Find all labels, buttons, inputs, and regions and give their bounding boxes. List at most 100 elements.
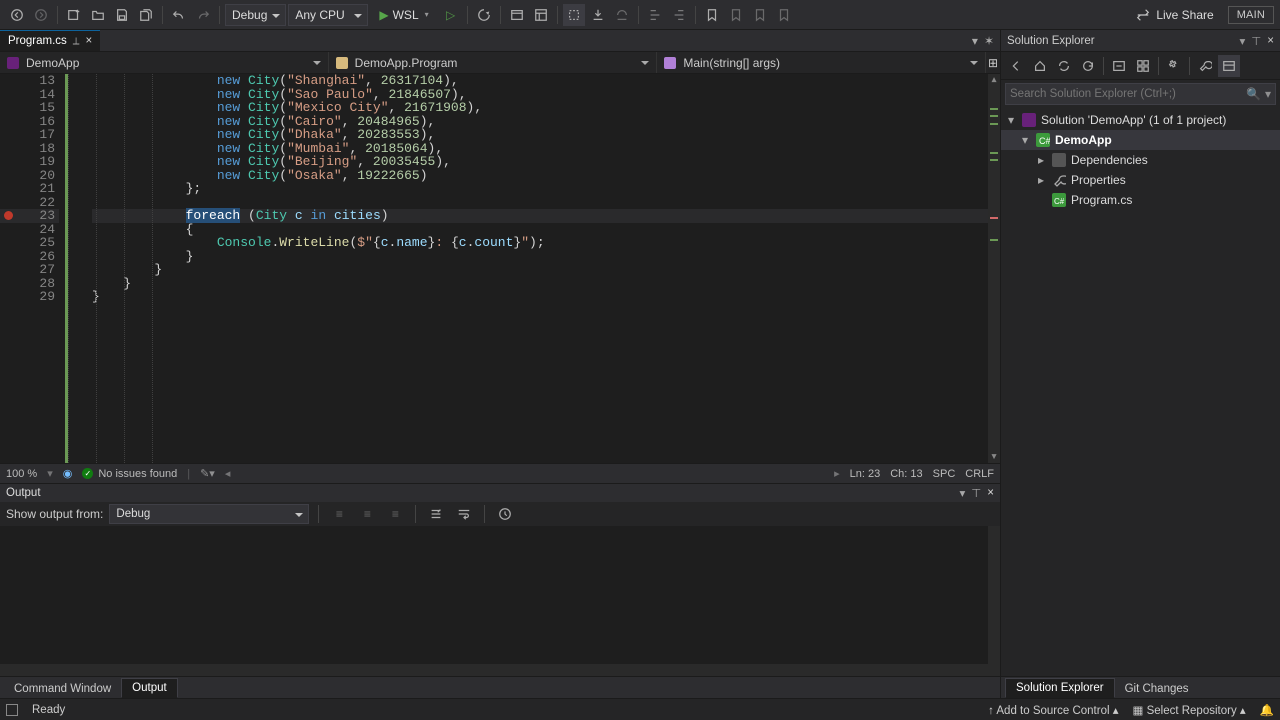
nav-forward-icon[interactable] (30, 4, 52, 26)
sol-refresh-icon[interactable] (1077, 55, 1099, 77)
method-icon (663, 56, 677, 70)
tool-tab[interactable]: Command Window (4, 680, 121, 698)
sol-collapse-icon[interactable] (1108, 55, 1130, 77)
csproj-icon: C# (1035, 132, 1051, 148)
svg-text:C#: C# (1054, 197, 1065, 206)
sol-showall-icon[interactable] (1132, 55, 1154, 77)
tree-node[interactable]: ▸Dependencies (1001, 150, 1280, 170)
output-vscrollbar[interactable] (988, 526, 1000, 664)
output-clear-icon[interactable] (425, 503, 447, 525)
output-pin-icon[interactable]: ⊤ (971, 486, 981, 500)
tab-settings-icon[interactable]: ✶ (984, 34, 994, 48)
nav-back-icon[interactable] (6, 4, 28, 26)
editor-scrollbar[interactable]: ▴ ▾ (988, 74, 1000, 463)
output-hscrollbar[interactable] (0, 664, 1000, 676)
hot-reload-icon[interactable] (473, 4, 495, 26)
nav-member-dropdown[interactable]: Main(string[] args) (657, 52, 986, 73)
split-editor-icon[interactable]: ⊞ (986, 56, 1000, 70)
output-prev-icon[interactable]: ≡ (356, 503, 378, 525)
redo-icon[interactable] (192, 4, 214, 26)
output-wrap-icon[interactable] (453, 503, 475, 525)
save-all-icon[interactable] (135, 4, 157, 26)
class-icon (335, 56, 349, 70)
solution-tree[interactable]: ▾ Solution 'DemoApp' (1 of 1 project) ▾ … (1001, 108, 1280, 212)
bookmark-clear-icon[interactable] (773, 4, 795, 26)
error-lens-icon[interactable]: ◉ (63, 467, 73, 480)
tab-pin-icon[interactable]: ⟂ (73, 36, 80, 47)
tree-node[interactable]: ▸Properties (1001, 170, 1280, 190)
platform-dropdown[interactable]: Any CPU (288, 4, 368, 26)
nav-project-dropdown[interactable]: DemoApp (0, 52, 329, 73)
whitespace-mode[interactable]: SPC (933, 468, 956, 480)
code-editor[interactable]: 1314151617181920212223242526272829 new C… (0, 74, 1000, 463)
selection-box-icon[interactable] (563, 4, 585, 26)
sol-properties-icon[interactable] (1163, 55, 1185, 77)
output-dropdown-icon[interactable]: ▾ (959, 486, 965, 500)
branch-indicator[interactable]: MAIN (1228, 6, 1274, 24)
line-ending[interactable]: CRLF (965, 468, 994, 480)
undo-icon[interactable] (168, 4, 190, 26)
configuration-dropdown[interactable]: Debug (225, 4, 286, 26)
tab-dropdown-icon[interactable]: ▾ (972, 34, 978, 48)
brush-icon[interactable]: ✎▾ (200, 467, 215, 480)
browse-icon[interactable] (506, 4, 528, 26)
caret-char: Ch: 13 (890, 468, 922, 480)
sol-dropdown-icon[interactable]: ▾ (1239, 34, 1245, 48)
bookmark-prev-icon[interactable] (725, 4, 747, 26)
solution-explorer-title: Solution Explorer (1007, 35, 1095, 47)
zoom-level[interactable]: 100 % (6, 468, 37, 480)
start-debug-button[interactable]: ▶ WSL ▾ (370, 4, 437, 26)
indent-less-icon[interactable] (644, 4, 666, 26)
tool-tab[interactable]: Git Changes (1115, 680, 1199, 698)
output-source-dropdown[interactable]: Debug (109, 504, 309, 524)
sol-back-icon[interactable] (1005, 55, 1027, 77)
new-project-icon[interactable] (63, 4, 85, 26)
svg-text:C#: C# (1039, 136, 1050, 146)
step-into-icon[interactable] (587, 4, 609, 26)
step-over-icon[interactable] (611, 4, 633, 26)
sol-pin-icon[interactable]: ⊤ (1251, 34, 1261, 48)
tree-solution-root[interactable]: ▾ Solution 'DemoApp' (1 of 1 project) (1001, 110, 1280, 130)
output-text-area[interactable] (0, 526, 1000, 676)
tab-program-cs[interactable]: Program.cs ⟂ × (0, 30, 100, 51)
status-activity-icon (6, 704, 18, 716)
sol-sync-icon[interactable] (1053, 55, 1075, 77)
output-next-icon[interactable]: ≡ (384, 503, 406, 525)
open-file-icon[interactable] (87, 4, 109, 26)
sol-home-icon[interactable] (1029, 55, 1051, 77)
editor-tab-bar: Program.cs ⟂ × ▾ ✶ (0, 30, 1000, 52)
start-nodebug-icon[interactable]: ▷ (440, 4, 462, 26)
bookmark-icon[interactable] (701, 4, 723, 26)
output-close-icon[interactable]: × (987, 487, 994, 499)
tool-window-tabs-left: Command WindowOutput (0, 676, 1000, 698)
caret-line: Ln: 23 (850, 468, 881, 480)
output-panel: Output ▾ ⊤ × Show output from: Debug ≡ ≡… (0, 483, 1000, 676)
live-share-button[interactable]: Live Share (1130, 4, 1219, 26)
tree-project[interactable]: ▾ C# DemoApp (1001, 130, 1280, 150)
select-repository-button[interactable]: ▦ Select Repository ▴ (1133, 703, 1246, 717)
output-title: Output (6, 487, 41, 499)
notifications-icon[interactable]: 🔔 (1260, 703, 1274, 717)
output-timestamps-icon[interactable] (494, 503, 516, 525)
output-find-icon[interactable]: ≡ (328, 503, 350, 525)
tool-window-tabs-right: Solution ExplorerGit Changes (1001, 676, 1280, 698)
tool-tab[interactable]: Solution Explorer (1005, 678, 1115, 698)
issues-status[interactable]: ✓ No issues found (82, 468, 177, 480)
sol-preview-icon[interactable] (1194, 55, 1216, 77)
sol-close-icon[interactable]: × (1267, 35, 1274, 47)
nav-type-dropdown[interactable]: DemoApp.Program (329, 52, 658, 73)
tool-tab[interactable]: Output (121, 678, 178, 698)
csharp-project-icon (6, 56, 20, 70)
file-explorer-icon[interactable] (530, 4, 552, 26)
bookmark-next-icon[interactable] (749, 4, 771, 26)
indent-more-icon[interactable] (668, 4, 690, 26)
save-icon[interactable] (111, 4, 133, 26)
sol-view-icon[interactable] (1218, 55, 1240, 77)
solution-explorer-panel: Solution Explorer ▾ ⊤ × 🔍 ▾ (1000, 30, 1280, 698)
tree-node[interactable]: C#Program.cs (1001, 190, 1280, 210)
solution-search-input[interactable] (1010, 88, 1246, 100)
solution-search[interactable]: 🔍 ▾ (1005, 83, 1276, 105)
output-from-label: Show output from: (6, 507, 103, 521)
add-source-control-button[interactable]: ↑ Add to Source Control ▴ (988, 703, 1118, 717)
tab-close-icon[interactable]: × (85, 35, 92, 47)
